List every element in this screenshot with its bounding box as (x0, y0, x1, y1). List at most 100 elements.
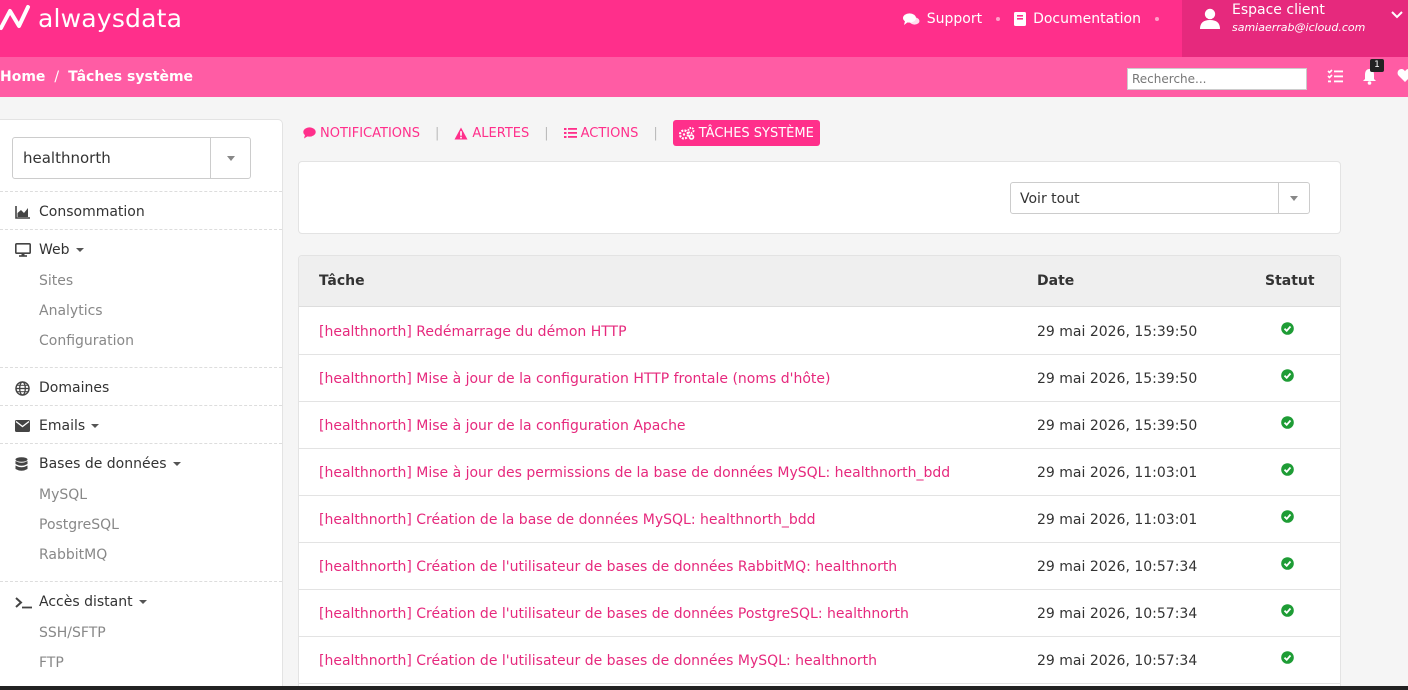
task-link[interactable]: [healthnorth] Mise à jour des permission… (319, 465, 950, 481)
sidebar-item-acces-distant[interactable]: Accès distant (15, 594, 147, 610)
select-arrow (1278, 183, 1309, 213)
sidebar-subitem-analytics[interactable]: Analytics (39, 303, 103, 319)
sidebar-subitem-sites[interactable]: Sites (39, 273, 73, 289)
envelope-icon (15, 420, 30, 432)
tab-notifications[interactable]: NOTIFICATIONS (303, 120, 420, 146)
tasks-table: Tâche Date Statut [healthnorth] Redémarr… (298, 255, 1341, 690)
breadcrumb-home[interactable]: Home (0, 69, 45, 85)
task-link[interactable]: [healthnorth] Création de l'utilisateur … (319, 606, 909, 622)
task-date: 29 mai 2026, 10:57:34 (1037, 606, 1198, 622)
filter-select[interactable]: Voir tout (1010, 182, 1310, 214)
sidebar-item-label: Consommation (39, 204, 145, 220)
support-label: Support (926, 11, 983, 27)
tab-taches-systeme[interactable]: TÂCHES SYSTÈME (672, 120, 820, 146)
window-edge (0, 686, 1408, 690)
status-success-icon (1281, 369, 1294, 386)
nav-dot (1155, 17, 1159, 21)
nav-divider (0, 581, 282, 582)
tab-actions[interactable]: ACTIONS (563, 120, 639, 146)
documentation-link[interactable]: Documentation (1014, 11, 1141, 27)
tab-label: TÂCHES SYSTÈME (698, 125, 814, 141)
brand-name: alwaysdata (38, 3, 183, 33)
nav-divider (0, 367, 282, 368)
user-icon (1200, 8, 1220, 29)
tab-alertes[interactable]: ALERTES (454, 120, 529, 146)
task-link[interactable]: [healthnorth] Création de la base de don… (319, 512, 816, 528)
heart-icon[interactable] (1397, 68, 1408, 83)
table-row: [healthnorth] Redémarrage du démon HTTP 2… (299, 308, 1340, 355)
warning-icon (454, 127, 468, 139)
caret-down-icon (138, 600, 147, 604)
nav-dot (996, 17, 1001, 21)
column-header-status[interactable]: Statut (1265, 273, 1315, 289)
sidebar-item-web[interactable]: Web (15, 242, 84, 258)
tab-label: ALERTES (472, 125, 530, 141)
tab-label: ACTIONS (580, 125, 639, 141)
sidebar-item-emails[interactable]: Emails (15, 418, 100, 434)
table-row: [healthnorth] Mise à jour de la configur… (299, 355, 1340, 402)
account-select[interactable]: healthnorth (12, 137, 251, 179)
status-success-icon (1281, 322, 1294, 339)
task-link[interactable]: [healthnorth] Création de l'utilisateur … (319, 653, 877, 669)
status-success-icon (1281, 463, 1294, 480)
cogs-icon (678, 126, 695, 140)
nav-divider (0, 405, 282, 406)
notification-count-badge: 1 (1370, 59, 1384, 72)
breadcrumb-current: Tâches système (68, 69, 194, 85)
chart-area-icon (15, 205, 30, 219)
logo-icon (0, 5, 30, 30)
sidebar-item-domaines[interactable]: Domaines (15, 380, 109, 396)
task-link[interactable]: [healthnorth] Redémarrage du démon HTTP (319, 324, 627, 340)
tasks-list-icon[interactable] (1327, 68, 1343, 84)
table-row: [healthnorth] Création de l'utilisateur … (299, 590, 1340, 637)
status-success-icon (1281, 510, 1294, 527)
documentation-label: Documentation (1033, 11, 1141, 27)
sidebar-item-consommation[interactable]: Consommation (15, 204, 145, 220)
task-link[interactable]: [healthnorth] Création de l'utilisateur … (319, 559, 897, 575)
notification-tabs: NOTIFICATIONS | ALERTES | ACTIONS | TÂCH… (303, 120, 820, 146)
task-date: 29 mai 2026, 15:39:50 (1037, 418, 1198, 434)
status-success-icon (1281, 604, 1294, 621)
sidebar-subitem-configuration[interactable]: Configuration (39, 333, 134, 349)
column-header-task[interactable]: Tâche (319, 273, 365, 289)
top-bar: alwaysdata Support Documentation Espace … (0, 0, 1408, 57)
comments-icon (902, 12, 920, 25)
breadcrumb: Home / Tâches système (0, 57, 193, 97)
sidebar-subitem-ftp[interactable]: FTP (39, 655, 64, 671)
tasks-list-icon (563, 128, 577, 138)
sidebar-subitem-ssh-sftp[interactable]: SSH/SFTP (39, 625, 106, 641)
account-title: Espace client (1232, 2, 1325, 18)
top-links: Support Documentation (902, 0, 1173, 38)
task-date: 29 mai 2026, 15:39:50 (1037, 371, 1198, 387)
account-text: Espace client samiaerrab@icloud.com (1232, 2, 1365, 57)
book-icon (1014, 12, 1027, 26)
sidebar-subitem-postgresql[interactable]: PostgreSQL (39, 517, 119, 533)
brand-logo[interactable]: alwaysdata (0, 2, 182, 34)
account-email: samiaerrab@icloud.com (1232, 21, 1366, 34)
table-row: [healthnorth] Création de l'utilisateur … (299, 637, 1340, 684)
sidebar: healthnorth Consommation Web Sites Analy… (0, 119, 283, 690)
account-menu[interactable]: Espace client samiaerrab@icloud.com (1182, 0, 1408, 57)
sidebar-subitem-rabbitmq[interactable]: RabbitMQ (39, 547, 107, 563)
task-link[interactable]: [healthnorth] Mise à jour de la configur… (319, 371, 830, 387)
task-date: 29 mai 2026, 10:57:34 (1037, 559, 1198, 575)
task-date: 29 mai 2026, 11:03:01 (1037, 512, 1198, 528)
nav-divider (0, 443, 282, 444)
status-success-icon (1281, 416, 1294, 433)
table-row: [healthnorth] Mise à jour des permission… (299, 449, 1340, 496)
breadcrumb-separator: / (54, 69, 60, 85)
tab-separator: | (653, 125, 658, 141)
sidebar-subitem-mysql[interactable]: MySQL (39, 487, 87, 503)
sidebar-item-bases-de-donnees[interactable]: Bases de données (15, 456, 181, 472)
task-link[interactable]: [healthnorth] Mise à jour de la configur… (319, 418, 686, 434)
table-row: [healthnorth] Création de la base de don… (299, 496, 1340, 543)
support-link[interactable]: Support (902, 11, 983, 27)
caret-down-icon (1290, 195, 1298, 201)
database-icon (15, 456, 28, 471)
sidebar-item-label: Accès distant (39, 594, 133, 610)
column-header-date[interactable]: Date (1037, 273, 1074, 289)
search-input[interactable] (1127, 68, 1307, 90)
task-date: 29 mai 2026, 15:39:50 (1037, 324, 1198, 340)
select-arrow (210, 138, 250, 178)
account-select-value: healthnorth (23, 149, 111, 167)
